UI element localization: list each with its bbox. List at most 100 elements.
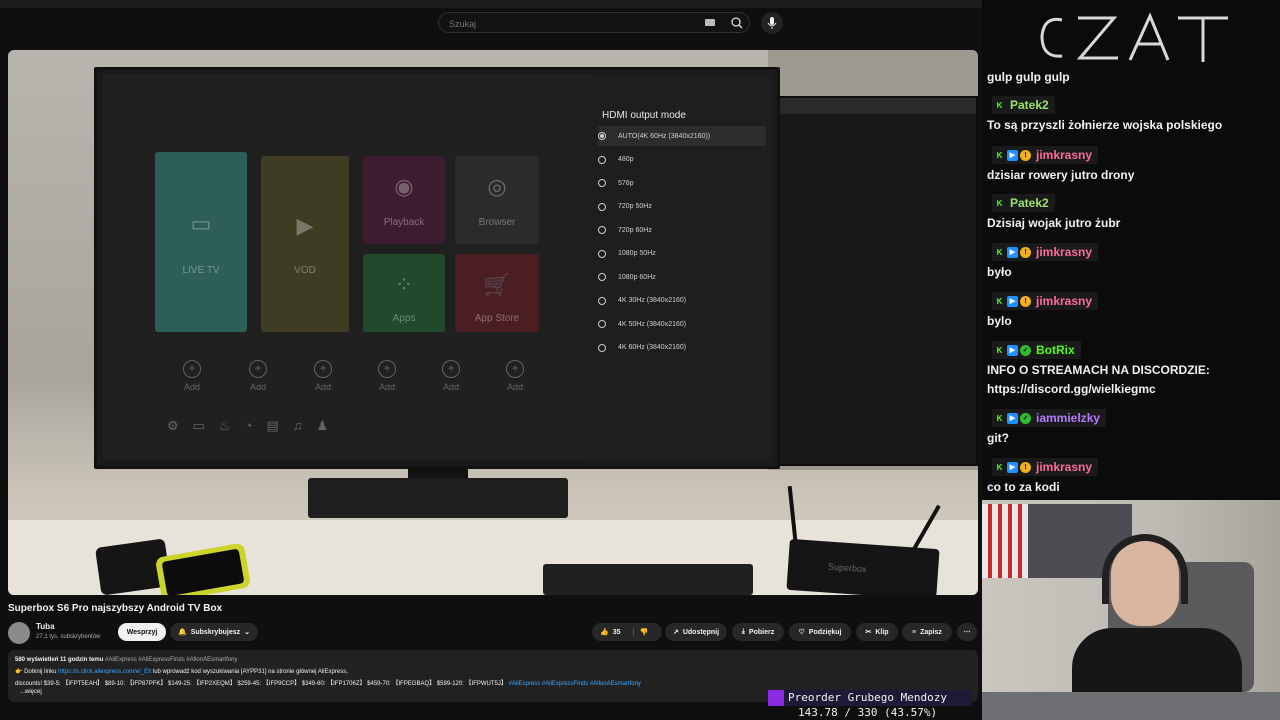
hdmi-option[interactable]: 576p — [598, 173, 766, 193]
like-dislike-group[interactable]: 👍 35 👎 — [592, 623, 662, 641]
hdmi-option[interactable]: 1080p 50Hz — [598, 244, 766, 264]
download-button[interactable]: ⤓ Pobierz — [732, 623, 784, 641]
chat-message-text: dzisiar rowery jutro drony — [987, 168, 1135, 182]
aliexpress-link[interactable]: https://s.click.aliexpress.com/e/_Elt — [58, 669, 151, 675]
chevron-down-icon: ⌄ — [244, 629, 250, 636]
monitor — [760, 96, 978, 466]
hdmi-option[interactable]: 480p — [598, 150, 766, 170]
tile-browser: ◎ Browser — [455, 156, 539, 244]
share-button[interactable]: ↗ Udostępnij — [665, 623, 727, 641]
hashtags[interactable]: #AliExpress #AliExpressFinds #AllonAEsma… — [509, 681, 641, 687]
add-slot: + Add — [506, 360, 524, 392]
czat-logo — [1040, 12, 1228, 62]
chat-username-row[interactable]: K ▶! jimkrasny — [992, 292, 1099, 310]
hdmi-option-label: 4K 30Hz (3840x2160) — [618, 297, 687, 304]
kick-badge-icon: K — [996, 462, 1003, 472]
hdmi-option[interactable]: 720p 50Hz — [598, 197, 766, 217]
tv-screen: ▭ LIVE TV ▶ VOD ◉ Playback ◎ Browser ⁘ A… — [103, 74, 771, 460]
film-icon: ▶ — [296, 213, 314, 239]
chat-username[interactable]: BotRix — [1036, 343, 1075, 357]
monitor-browser-bar — [762, 98, 976, 114]
tile-vod: ▶ VOD — [261, 156, 349, 332]
chat-username-row[interactable]: K ▶ ✓ iammielzky — [992, 409, 1107, 427]
hdmi-option[interactable]: 1080p 60Hz — [598, 267, 766, 287]
chat-username[interactable]: iammielzky — [1036, 411, 1100, 425]
chat-message-link[interactable]: https://discord.gg/wielkiegmc — [987, 382, 1156, 396]
subscriber-badge-icon: ▶ — [1007, 149, 1018, 161]
hdmi-option[interactable]: 4K 60Hz (3840x2160) — [598, 338, 766, 358]
support-button[interactable]: Wesprzyj — [118, 623, 166, 641]
apps-icon: ⁘ — [394, 272, 414, 298]
more-actions-button[interactable]: ⋯ — [957, 623, 977, 641]
hdmi-option-label: 720p 60Hz — [618, 226, 652, 234]
hdmi-option[interactable]: 720p 60Hz — [598, 220, 766, 240]
chat-username-row[interactable]: K ▶ ✓ BotRix — [992, 341, 1081, 359]
description-views: 580 wyświetleń 11 godzin temu #AliExpres… — [15, 657, 238, 663]
chat-username[interactable]: jimkrasny — [1036, 148, 1092, 162]
channel-avatar[interactable] — [8, 622, 30, 644]
hdmi-option-label: 1080p 50Hz — [618, 250, 656, 257]
radio-icon — [598, 132, 606, 140]
chat-username[interactable]: jimkrasny — [1036, 460, 1092, 474]
add-slot: + Add — [314, 360, 332, 392]
coin-badge-icon: ! — [1020, 246, 1031, 258]
voice-search-button[interactable] — [761, 12, 783, 34]
chat-message-text: INFO O STREAMACH NA DISCORDZIE: — [987, 363, 1210, 377]
kick-badge-icon: K — [996, 413, 1003, 423]
radio-icon — [598, 202, 606, 211]
hdmi-option[interactable]: AUTO(4K 60Hz (3840x2160)) — [598, 126, 766, 146]
chat-username-row[interactable]: K ▶! jimkrasny — [992, 146, 1099, 164]
verified-badge-icon: ✓ — [1020, 344, 1031, 356]
download-icon: ⤓ — [741, 628, 745, 635]
tv-icon: ▭ — [190, 211, 212, 236]
search-bar[interactable] — [438, 12, 750, 33]
chat-username-row[interactable]: K ▶! jimkrasny — [992, 458, 1099, 476]
hdmi-option-label: 576p — [618, 179, 634, 187]
thumbs-down-icon[interactable]: 👎 — [632, 628, 648, 636]
thanks-button[interactable]: ♡ Podziękuj — [789, 623, 851, 641]
tile-label: LIVE TV — [182, 265, 220, 276]
keyboard-icon[interactable] — [705, 19, 715, 26]
goal-progress: 143.78 / 330 (43.57%) — [798, 706, 938, 719]
chat-username-row[interactable]: K Patek2 — [992, 96, 1055, 114]
show-more-link[interactable]: ...więcej — [20, 689, 42, 695]
search-button[interactable] — [722, 12, 750, 33]
thumbs-up-icon[interactable]: 👍 — [600, 628, 609, 636]
save-button[interactable]: ≡ Zapisz — [902, 623, 952, 641]
search-input[interactable] — [447, 15, 701, 32]
channel-subscribers: 27,1 tys. subskrybentów — [36, 634, 101, 640]
hdmi-option-label: 720p 50Hz — [618, 203, 652, 210]
subscriber-badge-icon: ▶ — [1007, 461, 1018, 473]
hdmi-option[interactable]: 4K 30Hz (3840x2160) — [598, 291, 766, 311]
chat-username[interactable]: Patek2 — [1010, 196, 1049, 210]
chat-username[interactable]: jimkrasny — [1036, 245, 1092, 259]
chat-username-row[interactable]: K Patek2 — [992, 194, 1055, 212]
radio-icon — [598, 249, 606, 258]
goal-title: Preorder Grubego Mendozy — [768, 690, 972, 706]
radio-icon — [598, 296, 606, 305]
hdmi-option[interactable]: 4K 50Hz (3840x2160) — [598, 314, 766, 334]
radio-icon — [598, 179, 606, 187]
chat-username[interactable]: jimkrasny — [1036, 294, 1092, 308]
chat-username-row[interactable]: K ▶! jimkrasny — [992, 243, 1099, 261]
kick-badge-icon: K — [996, 198, 1003, 208]
radio-icon — [598, 273, 606, 281]
channel-name[interactable]: Tuba — [36, 622, 55, 631]
hdmi-option-label: 480p — [618, 156, 634, 163]
save-icon: ≡ — [912, 628, 917, 636]
tile-label: Browser — [478, 217, 516, 228]
clip-button[interactable]: ✂ Klip — [856, 623, 898, 641]
hdmi-title: HDMI output mode — [602, 110, 686, 121]
browser-icon: ◎ — [487, 173, 507, 199]
video-player[interactable]: ▭ LIVE TV ▶ VOD ◉ Playback ◎ Browser ⁘ A… — [8, 50, 978, 595]
add-slot: + Add — [378, 360, 396, 392]
chat-message-text: git? — [987, 431, 1009, 445]
subscriber-badge-icon: ▶ — [1007, 246, 1018, 258]
chat-username[interactable]: Patek2 — [1010, 98, 1049, 112]
bell-icon: 🔔 — [177, 629, 187, 636]
subscribe-button[interactable]: 🔔 Subskrybujesz ⌄ — [170, 623, 258, 641]
cart-icon: 🛒 — [483, 272, 511, 298]
subscriber-badge-icon: ▶ — [1007, 344, 1018, 356]
chat-message-text: Dzisiaj wojak jutro żubr — [987, 216, 1121, 230]
tile-apps: ⁘ Apps — [363, 254, 445, 332]
